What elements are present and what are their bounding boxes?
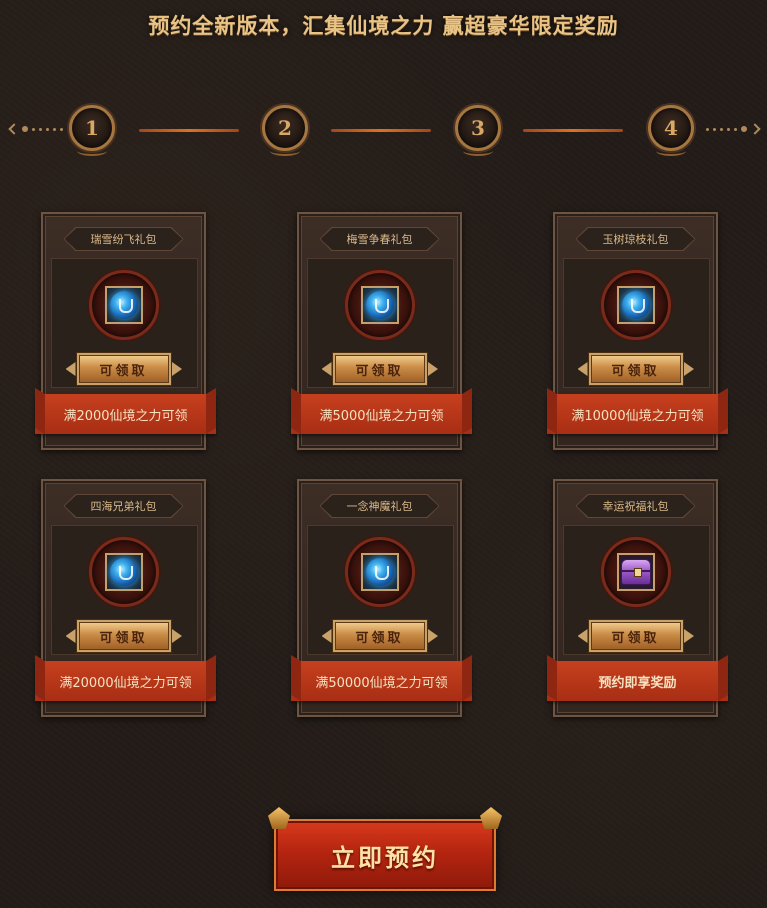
step-2-number: 2 (278, 116, 292, 140)
gift-name: 瑞雪纷飞礼包 (64, 228, 183, 250)
step-3-number: 3 (471, 116, 485, 140)
reward-medal (600, 537, 671, 607)
reward-medal (344, 537, 415, 607)
blue-orb-icon (365, 291, 394, 319)
gift-name: 玉树琼枝礼包 (576, 228, 695, 250)
reserve-now-button[interactable]: 立即预约 (268, 807, 502, 891)
claim-button[interactable]: 可领取 (334, 622, 425, 650)
gift-card: 梅雪争春礼包 可领取 满5000仙境之力可领 (291, 212, 472, 450)
step-connector (523, 129, 623, 132)
claim-button[interactable]: 可领取 (78, 622, 169, 650)
gift-name: 四海兄弟礼包 (64, 495, 183, 517)
horn-ornament-icon (480, 807, 502, 829)
reward-medal (600, 270, 671, 340)
gift-card: 瑞雪纷飞礼包 可领取 满2000仙境之力可领 (35, 212, 216, 450)
condition-ribbon: 满10000仙境之力可领 (547, 394, 728, 434)
reward-medal (88, 537, 159, 607)
condition-ribbon: 预约即享奖励 (547, 661, 728, 701)
step-2: 2 (262, 105, 308, 156)
step-3: 3 (455, 105, 501, 156)
gift-card: 幸运祝福礼包 可领取 预约即享奖励 (547, 479, 728, 717)
horn-ornament-icon (268, 807, 290, 829)
steps-right-decoration (706, 123, 761, 135)
gift-card: 玉树琼枝礼包 可领取 满10000仙境之力可领 (547, 212, 728, 450)
reserve-now-label: 立即预约 (331, 842, 439, 872)
gift-card: 四海兄弟礼包 可领取 满20000仙境之力可领 (35, 479, 216, 717)
blue-orb-icon (365, 558, 394, 586)
progress-steps: 1 2 3 4 (0, 105, 767, 156)
claim-button[interactable]: 可领取 (78, 355, 169, 383)
reward-medal (344, 270, 415, 340)
condition-ribbon: 满50000仙境之力可领 (291, 661, 472, 701)
page-title: 预约全新版本，汇集仙境之力 赢超豪华限定奖励 (148, 13, 619, 38)
claim-button[interactable]: 可领取 (334, 355, 425, 383)
blue-orb-icon (109, 291, 138, 319)
step-4: 4 (648, 105, 694, 156)
blue-orb-icon (109, 558, 138, 586)
claim-button[interactable]: 可领取 (590, 622, 681, 650)
step-1: 1 (69, 105, 115, 156)
claim-button[interactable]: 可领取 (590, 355, 681, 383)
gift-name: 梅雪争春礼包 (320, 228, 439, 250)
step-connector (139, 129, 239, 132)
gift-name: 幸运祝福礼包 (576, 495, 695, 517)
gift-name: 一念神魔礼包 (320, 495, 439, 517)
condition-ribbon: 满2000仙境之力可领 (35, 394, 216, 434)
step-connector (331, 129, 431, 132)
reward-medal (88, 270, 159, 340)
gift-card: 一念神魔礼包 可领取 满50000仙境之力可领 (291, 479, 472, 717)
purple-chest-icon (620, 559, 651, 585)
blue-orb-icon (621, 291, 650, 319)
condition-ribbon: 满20000仙境之力可领 (35, 661, 216, 701)
condition-ribbon: 满5000仙境之力可领 (291, 394, 472, 434)
step-4-number: 4 (664, 116, 678, 140)
steps-left-decoration (8, 123, 63, 135)
step-1-number: 1 (85, 116, 99, 140)
